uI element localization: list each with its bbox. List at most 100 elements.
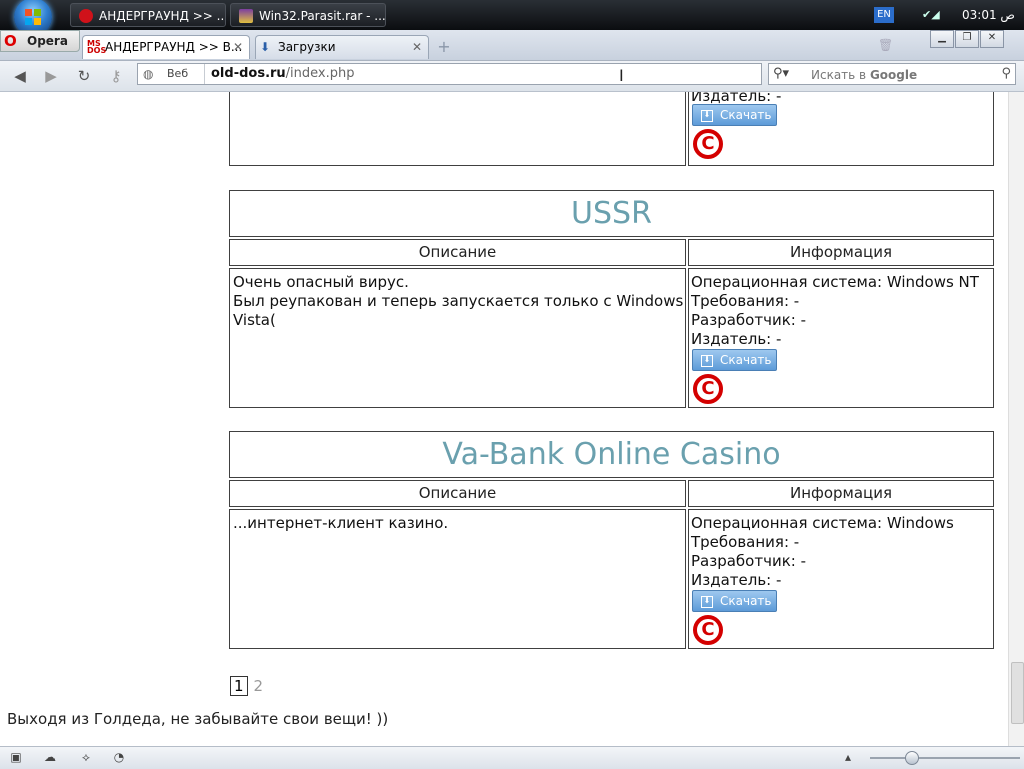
taskbar-item-label: АНДЕРГРАУНД >> ... (99, 9, 226, 23)
globe-icon: ◍ (143, 67, 154, 81)
tab-andergraund[interactable]: MS DOS АНДЕРГРАУНД >> В... ✕ (82, 35, 250, 59)
msdos-favicon-icon: MS DOS (87, 39, 107, 55)
download-icon: ⬇ (701, 355, 713, 367)
info-header: Информация (789, 243, 893, 261)
prev-entry-info-cell: Издатель: - ⬇ Скачать C (688, 92, 994, 166)
description-header: Описание (418, 243, 497, 261)
url-domain: old-dos.ru (211, 66, 286, 81)
tray-network-icon[interactable]: ✔◢ (922, 8, 940, 21)
download-button[interactable]: ⬇ Скачать (692, 104, 777, 126)
search-icon[interactable]: ⚲ (1001, 66, 1011, 81)
page-content: Издатель: - ⬇ Скачать C USSR Описание Инф… (0, 92, 1008, 746)
requirements-line: Требования: - (691, 292, 800, 310)
copyright-icon: C (693, 374, 723, 404)
key-icon[interactable]: ⚷ (105, 66, 127, 86)
search-field[interactable]: ⚲▾ Искать в Google ⚲ (768, 63, 1016, 85)
back-arrow-icon[interactable]: ◀ (9, 66, 31, 86)
tab-downloads[interactable]: ⬇ Загрузки ✕ (255, 35, 429, 59)
address-separator (204, 64, 205, 84)
tab-label: Загрузки (278, 40, 336, 54)
info-header-cell: Информация (688, 480, 994, 507)
winrar-icon (239, 9, 253, 23)
zoom-slider-knob[interactable] (905, 751, 919, 765)
developer-line: Разработчик: - (691, 311, 806, 329)
os-line: Операционная система: Windows (691, 514, 954, 532)
taskbar-item-opera[interactable]: АНДЕРГРАУНД >> ... (70, 3, 226, 27)
download-label: Скачать (720, 594, 772, 608)
info-header: Информация (789, 484, 893, 502)
os-line: Операционная система: Windows NT (691, 273, 979, 291)
tab-bar: O Opera MS DOS АНДЕРГРАУНД >> В... ✕ ⬇ За… (0, 30, 1024, 61)
description-header-cell: Описание (229, 239, 686, 266)
requirements-line: Требования: - (691, 533, 800, 551)
description-cell: ...интернет-клиент казино. (229, 509, 686, 649)
status-bar: ▣ ☁ ⟡ ◔ ▴ (0, 746, 1024, 769)
text-cursor-icon: I (619, 68, 624, 85)
share-icon[interactable]: ⟡ (78, 750, 94, 764)
copyright-icon: C (693, 129, 723, 159)
scrollbar-thumb[interactable] (1011, 662, 1024, 724)
download-label: Скачать (720, 108, 772, 122)
reload-icon[interactable]: ↻ (73, 66, 95, 86)
taskbar-item-label: Win32.Parasit.rar - ... (259, 9, 386, 23)
address-toolbar: ◀ ▶ ↻ ⚷ ◍ Веб old-dos.ru/index.php ⚲▾ Ис… (0, 61, 1024, 92)
download-icon: ⬇ (701, 110, 713, 122)
page-link-2[interactable]: 2 (254, 677, 264, 695)
description-line: Был реупакован и теперь запускается толь… (233, 292, 684, 310)
forward-arrow-icon[interactable]: ▶ (40, 66, 62, 86)
minimize-button[interactable]: ▁ (930, 30, 954, 48)
description-header-cell: Описание (229, 480, 686, 507)
copyright-icon: C (693, 615, 723, 645)
opera-menu-label: Opera (27, 34, 68, 48)
publisher-line: Издатель: - (691, 571, 782, 589)
close-tab-icon[interactable]: ✕ (412, 36, 422, 58)
entry-title-cell: Va-Bank Online Casino (229, 431, 994, 478)
info-cell: Операционная система: Windows Требования… (688, 509, 994, 649)
description-line: Vista( (233, 311, 276, 329)
speed-dial-icon[interactable]: ◔ (111, 750, 127, 764)
close-tab-icon[interactable]: ✕ (233, 36, 243, 58)
prev-entry-description-cell (229, 92, 686, 166)
description-line: Очень опасный вирус. (233, 273, 409, 291)
description-line: ...интернет-клиент казино. (233, 514, 449, 532)
windows-taskbar: АНДЕРГРАУНД >> ... Win32.Parasit.rar - .… (0, 0, 1024, 36)
vertical-scrollbar[interactable] (1008, 92, 1024, 746)
language-indicator[interactable]: EN (874, 7, 894, 23)
footer-note: Выходя из Голдеда, не забывайте свои вещ… (7, 710, 389, 728)
panel-toggle-icon[interactable]: ▣ (8, 750, 24, 764)
close-window-button[interactable]: ✕ (980, 30, 1004, 48)
download-label: Скачать (720, 353, 772, 367)
search-placeholder: Искать в Google (811, 68, 917, 82)
info-header-cell: Информация (688, 239, 994, 266)
info-cell: Операционная система: Windows NT Требова… (688, 268, 994, 408)
address-field[interactable]: ◍ Веб old-dos.ru/index.php (137, 63, 762, 85)
restore-button[interactable]: ❐ (955, 30, 979, 48)
unite-cloud-icon[interactable]: ☁ (42, 750, 58, 764)
download-button[interactable]: ⬇ Скачать (692, 590, 777, 612)
opera-logo-icon: O (4, 32, 17, 50)
download-favicon-icon: ⬇ (260, 40, 271, 54)
description-header: Описание (418, 484, 497, 502)
entry-title-cell: USSR (229, 190, 994, 237)
windows-logo-icon (25, 9, 41, 25)
url-path: /index.php (285, 66, 355, 81)
zoom-menu-icon[interactable]: ▴ (840, 750, 856, 764)
search-engine-icon[interactable]: ⚲▾ (773, 66, 789, 81)
opera-icon (79, 9, 93, 23)
address-mode-label: Веб (167, 67, 189, 80)
page-current: 1 (230, 676, 248, 696)
tray-clock[interactable]: 03:01 ص (962, 8, 1015, 22)
entry-title[interactable]: USSR (230, 191, 993, 236)
opera-menu-button[interactable]: O Opera (0, 30, 80, 52)
new-tab-icon[interactable]: + (436, 39, 452, 56)
download-button[interactable]: ⬇ Скачать (692, 349, 777, 371)
entry-title[interactable]: Va-Bank Online Casino (230, 432, 993, 477)
taskbar-item-winrar[interactable]: Win32.Parasit.rar - ... (230, 3, 386, 27)
trash-icon[interactable]: 🗑 (878, 38, 893, 52)
address-url[interactable]: old-dos.ru/index.php (211, 66, 355, 81)
publisher-line: Издатель: - (691, 330, 782, 348)
search-placeholder-engine: Google (869, 68, 918, 82)
description-cell: Очень опасный вирус. Был реупакован и те… (229, 268, 686, 408)
zoom-slider[interactable] (870, 757, 1020, 759)
search-placeholder-prefix: Искать в (811, 68, 870, 82)
